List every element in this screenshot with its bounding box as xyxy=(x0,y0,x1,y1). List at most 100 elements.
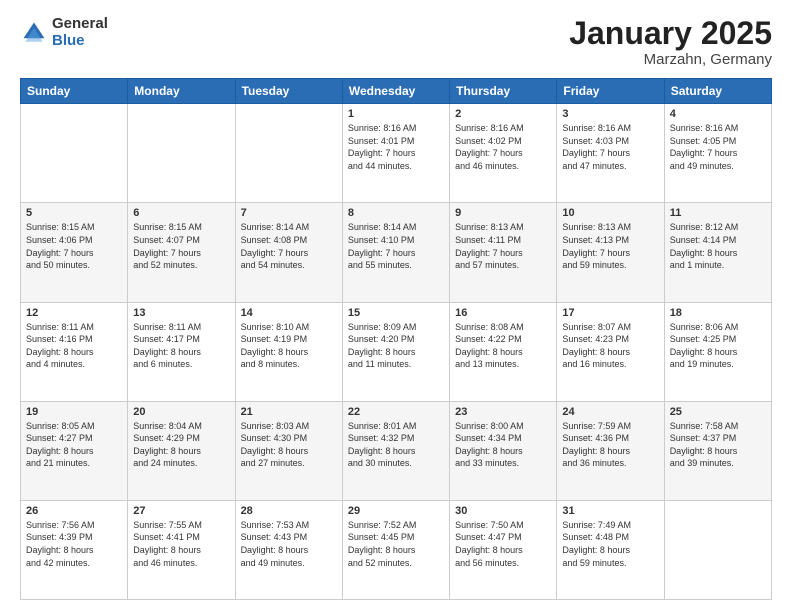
logo-general-text: General xyxy=(52,16,108,33)
calendar-cell: 5 Sunrise: 8:15 AM Sunset: 4:06 PM Daylig… xyxy=(21,203,128,302)
day-info: Sunrise: 8:05 AM Sunset: 4:27 PM Dayligh… xyxy=(26,420,122,470)
day-info: Sunrise: 8:16 AM Sunset: 4:01 PM Dayligh… xyxy=(348,122,444,172)
day-info: Sunrise: 8:08 AM Sunset: 4:22 PM Dayligh… xyxy=(455,321,551,371)
calendar-cell: 9 Sunrise: 8:13 AM Sunset: 4:11 PM Daylig… xyxy=(450,203,557,302)
day-number: 27 xyxy=(133,505,229,517)
calendar-cell: 28Sunrise: 7:53 AM Sunset: 4:43 PM Dayli… xyxy=(235,500,342,599)
day-info: Sunrise: 8:14 AM Sunset: 4:10 PM Dayligh… xyxy=(348,221,444,271)
day-info: Sunrise: 8:16 AM Sunset: 4:05 PM Dayligh… xyxy=(670,122,766,172)
day-number: 20 xyxy=(133,406,229,418)
day-info: Sunrise: 7:52 AM Sunset: 4:45 PM Dayligh… xyxy=(348,519,444,569)
day-number: 30 xyxy=(455,505,551,517)
day-number: 18 xyxy=(670,307,766,319)
calendar-cell: 29 Sunrise: 7:52 AM Sunset: 4:45 PM Dayli… xyxy=(342,500,449,599)
day-number: 23 xyxy=(455,406,551,418)
calendar-cell: 4 Sunrise: 8:16 AM Sunset: 4:05 PM Daylig… xyxy=(664,104,771,203)
day-info: Sunrise: 8:15 AM Sunset: 4:06 PM Dayligh… xyxy=(26,221,122,271)
day-number: 15 xyxy=(348,307,444,319)
calendar-cell: 20 Sunrise: 8:04 AM Sunset: 4:29 PM Dayli… xyxy=(128,401,235,500)
day-info: Sunrise: 8:00 AM Sunset: 4:34 PM Dayligh… xyxy=(455,420,551,470)
day-header-tuesday: Tuesday xyxy=(235,79,342,104)
day-number: 22 xyxy=(348,406,444,418)
page: General Blue January 2025 Marzahn, Germa… xyxy=(0,0,792,612)
day-info: Sunrise: 8:04 AM Sunset: 4:29 PM Dayligh… xyxy=(133,420,229,470)
calendar-cell: 13 Sunrise: 8:11 AM Sunset: 4:17 PM Dayli… xyxy=(128,302,235,401)
calendar-cell: 30 Sunrise: 7:50 AM Sunset: 4:47 PM Dayli… xyxy=(450,500,557,599)
day-number: 6 xyxy=(133,207,229,219)
logo: General Blue xyxy=(20,16,108,49)
calendar-cell: 6Sunrise: 8:15 AM Sunset: 4:07 PM Daylig… xyxy=(128,203,235,302)
calendar-cell: 24Sunrise: 7:59 AM Sunset: 4:36 PM Dayli… xyxy=(557,401,664,500)
day-number: 12 xyxy=(26,307,122,319)
day-info: Sunrise: 8:01 AM Sunset: 4:32 PM Dayligh… xyxy=(348,420,444,470)
day-header-wednesday: Wednesday xyxy=(342,79,449,104)
day-number: 25 xyxy=(670,406,766,418)
calendar-cell: 26 Sunrise: 7:56 AM Sunset: 4:39 PM Dayli… xyxy=(21,500,128,599)
calendar-cell: 17Sunrise: 8:07 AM Sunset: 4:23 PM Dayli… xyxy=(557,302,664,401)
calendar-cell: 2 Sunrise: 8:16 AM Sunset: 4:02 PM Daylig… xyxy=(450,104,557,203)
day-info: Sunrise: 8:16 AM Sunset: 4:02 PM Dayligh… xyxy=(455,122,551,172)
calendar-cell xyxy=(235,104,342,203)
day-header-row: SundayMondayTuesdayWednesdayThursdayFrid… xyxy=(21,79,772,104)
calendar-cell: 27 Sunrise: 7:55 AM Sunset: 4:41 PM Dayli… xyxy=(128,500,235,599)
logo-blue-text: Blue xyxy=(52,33,108,50)
day-header-saturday: Saturday xyxy=(664,79,771,104)
week-row-3: 12 Sunrise: 8:11 AM Sunset: 4:16 PM Dayli… xyxy=(21,302,772,401)
week-row-2: 5 Sunrise: 8:15 AM Sunset: 4:06 PM Daylig… xyxy=(21,203,772,302)
day-info: Sunrise: 8:11 AM Sunset: 4:16 PM Dayligh… xyxy=(26,321,122,371)
calendar-cell: 15 Sunrise: 8:09 AM Sunset: 4:20 PM Dayli… xyxy=(342,302,449,401)
calendar-location: Marzahn, Germany xyxy=(569,51,772,68)
day-info: Sunrise: 8:12 AM Sunset: 4:14 PM Dayligh… xyxy=(670,221,766,271)
day-number: 21 xyxy=(241,406,337,418)
day-info: Sunrise: 8:14 AM Sunset: 4:08 PM Dayligh… xyxy=(241,221,337,271)
day-info: Sunrise: 8:13 AM Sunset: 4:11 PM Dayligh… xyxy=(455,221,551,271)
day-info: Sunrise: 8:10 AM Sunset: 4:19 PM Dayligh… xyxy=(241,321,337,371)
day-number: 11 xyxy=(670,207,766,219)
day-info: Sunrise: 7:55 AM Sunset: 4:41 PM Dayligh… xyxy=(133,519,229,569)
day-header-friday: Friday xyxy=(557,79,664,104)
week-row-4: 19 Sunrise: 8:05 AM Sunset: 4:27 PM Dayli… xyxy=(21,401,772,500)
calendar-cell: 10Sunrise: 8:13 AM Sunset: 4:13 PM Dayli… xyxy=(557,203,664,302)
day-info: Sunrise: 8:09 AM Sunset: 4:20 PM Dayligh… xyxy=(348,321,444,371)
day-info: Sunrise: 7:56 AM Sunset: 4:39 PM Dayligh… xyxy=(26,519,122,569)
logo-icon xyxy=(20,19,48,47)
day-number: 2 xyxy=(455,108,551,120)
day-number: 13 xyxy=(133,307,229,319)
day-number: 26 xyxy=(26,505,122,517)
calendar-cell: 21Sunrise: 8:03 AM Sunset: 4:30 PM Dayli… xyxy=(235,401,342,500)
calendar-cell: 1Sunrise: 8:16 AM Sunset: 4:01 PM Daylig… xyxy=(342,104,449,203)
day-header-monday: Monday xyxy=(128,79,235,104)
day-header-sunday: Sunday xyxy=(21,79,128,104)
calendar-table: SundayMondayTuesdayWednesdayThursdayFrid… xyxy=(20,78,772,600)
calendar-cell xyxy=(21,104,128,203)
calendar-cell: 18 Sunrise: 8:06 AM Sunset: 4:25 PM Dayli… xyxy=(664,302,771,401)
day-number: 24 xyxy=(562,406,658,418)
day-number: 5 xyxy=(26,207,122,219)
day-number: 14 xyxy=(241,307,337,319)
day-info: Sunrise: 7:53 AM Sunset: 4:43 PM Dayligh… xyxy=(241,519,337,569)
calendar-cell: 14 Sunrise: 8:10 AM Sunset: 4:19 PM Dayli… xyxy=(235,302,342,401)
calendar-cell: 31Sunrise: 7:49 AM Sunset: 4:48 PM Dayli… xyxy=(557,500,664,599)
day-number: 4 xyxy=(670,108,766,120)
day-number: 19 xyxy=(26,406,122,418)
day-header-thursday: Thursday xyxy=(450,79,557,104)
calendar-cell: 8Sunrise: 8:14 AM Sunset: 4:10 PM Daylig… xyxy=(342,203,449,302)
day-info: Sunrise: 8:11 AM Sunset: 4:17 PM Dayligh… xyxy=(133,321,229,371)
calendar-cell: 11 Sunrise: 8:12 AM Sunset: 4:14 PM Dayli… xyxy=(664,203,771,302)
day-number: 9 xyxy=(455,207,551,219)
calendar-cell: 7 Sunrise: 8:14 AM Sunset: 4:08 PM Daylig… xyxy=(235,203,342,302)
day-info: Sunrise: 7:58 AM Sunset: 4:37 PM Dayligh… xyxy=(670,420,766,470)
calendar-cell: 12 Sunrise: 8:11 AM Sunset: 4:16 PM Dayli… xyxy=(21,302,128,401)
title-block: January 2025 Marzahn, Germany xyxy=(569,16,772,68)
calendar-cell: 19 Sunrise: 8:05 AM Sunset: 4:27 PM Dayli… xyxy=(21,401,128,500)
calendar-title: January 2025 xyxy=(569,16,772,51)
day-info: Sunrise: 7:49 AM Sunset: 4:48 PM Dayligh… xyxy=(562,519,658,569)
day-number: 10 xyxy=(562,207,658,219)
day-number: 29 xyxy=(348,505,444,517)
day-number: 16 xyxy=(455,307,551,319)
day-info: Sunrise: 7:50 AM Sunset: 4:47 PM Dayligh… xyxy=(455,519,551,569)
day-info: Sunrise: 8:06 AM Sunset: 4:25 PM Dayligh… xyxy=(670,321,766,371)
calendar-cell: 23 Sunrise: 8:00 AM Sunset: 4:34 PM Dayli… xyxy=(450,401,557,500)
day-number: 7 xyxy=(241,207,337,219)
calendar-cell: 16 Sunrise: 8:08 AM Sunset: 4:22 PM Dayli… xyxy=(450,302,557,401)
